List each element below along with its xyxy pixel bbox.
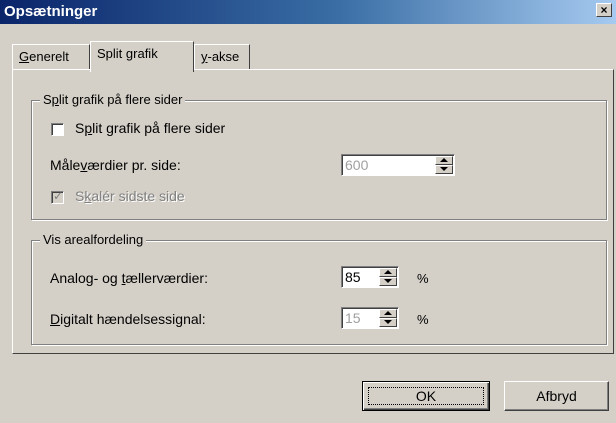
cancel-button-label: Afbryd <box>536 388 577 404</box>
window-title: Opsætninger <box>4 3 98 20</box>
arrow-up-icon <box>384 270 392 274</box>
close-button[interactable]: × <box>596 3 612 17</box>
measure-values-spin-buttons <box>435 156 453 174</box>
tab-y-akse-label: -akse <box>207 49 240 64</box>
scale-last-page-checkbox[interactable]: ✓ <box>51 189 64 204</box>
arrow-down-icon <box>384 320 392 324</box>
analog-values-spin-buttons <box>379 268 397 286</box>
measure-values-down-button[interactable] <box>435 165 453 174</box>
digital-signal-input[interactable]: 15 <box>345 310 361 326</box>
tab-generelt[interactable]: Generelt <box>12 44 90 70</box>
tab-y-akse[interactable]: y-akse <box>194 44 250 70</box>
measure-values-spinner[interactable]: 600 <box>341 154 455 176</box>
measure-values-input[interactable]: 600 <box>345 157 368 173</box>
tab-generelt-label: enerelt <box>29 49 69 64</box>
group-split-grafik: Split grafik på flere sider Split grafik… <box>31 92 607 220</box>
analog-values-spinner[interactable]: 85 <box>341 266 399 288</box>
digital-signal-spin-buttons <box>379 309 397 327</box>
cancel-button[interactable]: Afbryd <box>504 381 609 411</box>
scale-last-page-label[interactable]: Skalér sidste side <box>75 188 185 204</box>
group-areal-fordeling: Vis arealfordeling Analog- og tællerværd… <box>31 232 607 345</box>
group-split-grafik-legend: Split grafik på flere sider <box>40 92 186 108</box>
digital-signal-down-button[interactable] <box>379 318 397 327</box>
digital-signal-up-button[interactable] <box>379 309 397 318</box>
settings-dialog: Opsætninger × Generelt Split grafik y-ak… <box>0 0 616 423</box>
checkmark-icon: ✓ <box>53 189 64 203</box>
group-areal-fordeling-legend: Vis arealfordeling <box>40 232 147 248</box>
analog-values-up-button[interactable] <box>379 268 397 277</box>
close-icon: × <box>600 3 608 17</box>
tab-split-grafik[interactable]: Split grafik <box>90 41 194 72</box>
arrow-down-icon <box>384 279 392 283</box>
analog-values-unit: % <box>417 271 429 286</box>
digital-signal-spinner[interactable]: 15 <box>341 307 399 329</box>
analog-values-input[interactable]: 85 <box>345 269 361 285</box>
arrow-down-icon <box>440 167 448 171</box>
arrow-up-icon <box>440 158 448 162</box>
analog-values-label: Analog- og tællerværdier: <box>50 270 208 286</box>
split-pages-checkbox-label[interactable]: Split grafik på flere sider <box>75 120 225 136</box>
measure-values-up-button[interactable] <box>435 156 453 165</box>
split-pages-checkbox[interactable] <box>51 123 64 136</box>
digital-signal-unit: % <box>417 312 429 327</box>
tab-split-grafik-label: Split grafik <box>97 46 158 61</box>
tab-generelt-mnemonic: G <box>19 49 30 64</box>
title-bar: Opsætninger × <box>0 0 616 24</box>
digital-signal-label: Digitalt hændelsessignal: <box>50 311 206 327</box>
measure-values-label: Måleværdier pr. side: <box>50 157 181 173</box>
arrow-up-icon <box>384 311 392 315</box>
focus-ring <box>368 387 484 405</box>
ok-button[interactable]: OK <box>362 381 490 411</box>
analog-values-down-button[interactable] <box>379 277 397 286</box>
tab-panel-split-grafik: Split grafik på flere sider Split grafik… <box>12 69 614 354</box>
